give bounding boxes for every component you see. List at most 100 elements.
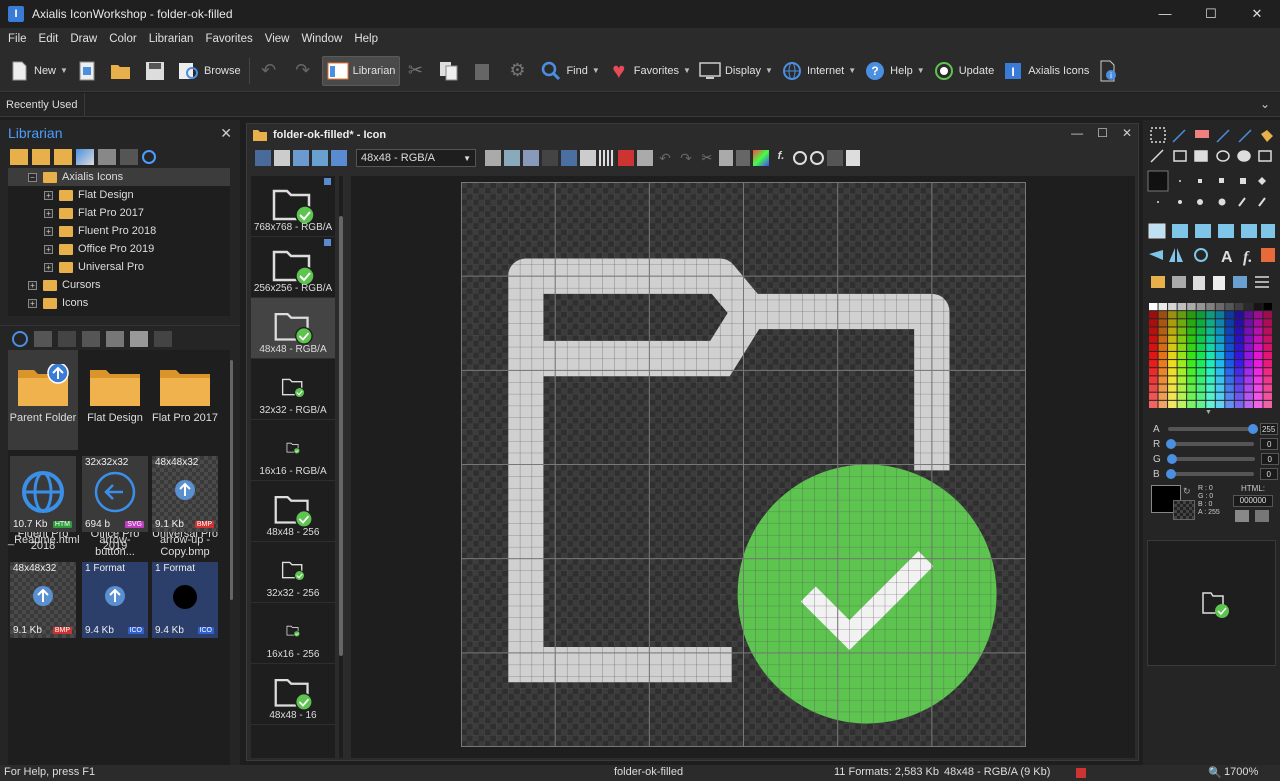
delete-image-icon[interactable] bbox=[542, 150, 558, 166]
chevron-down-icon[interactable]: ⌄ bbox=[1260, 97, 1270, 111]
transparency-icon[interactable] bbox=[637, 150, 653, 166]
slider-track[interactable] bbox=[1167, 424, 1258, 434]
browse-button[interactable]: Browse bbox=[174, 56, 245, 86]
favorites-button[interactable]: ♥ Favorites ▼ bbox=[604, 56, 695, 86]
library-folder-tile[interactable]: Parent Folder bbox=[8, 350, 78, 450]
sort-icon[interactable] bbox=[106, 330, 124, 347]
maximize-button[interactable]: ☐ bbox=[1188, 0, 1234, 28]
search-icon[interactable] bbox=[142, 150, 156, 164]
format-item[interactable]: 48x48 - RGB/A bbox=[251, 298, 335, 359]
copy-button[interactable] bbox=[434, 56, 468, 86]
expander-icon[interactable]: + bbox=[44, 190, 53, 200]
background-color-swatch[interactable] bbox=[1173, 500, 1195, 520]
add-icon-icon[interactable] bbox=[54, 149, 72, 165]
undo-icon[interactable]: ↶ bbox=[656, 150, 674, 166]
save-format-icon[interactable] bbox=[255, 150, 271, 166]
swap-colors-icon[interactable]: ↻ bbox=[1183, 486, 1191, 497]
redo-button[interactable]: ↷ bbox=[288, 56, 322, 86]
scissors-icon[interactable]: ✂ bbox=[698, 150, 716, 166]
close-icon[interactable]: ✕ bbox=[220, 125, 232, 142]
format-item[interactable]: 16x16 - 256 bbox=[251, 603, 335, 664]
minimize-button[interactable]: — bbox=[1142, 0, 1188, 28]
expander-icon[interactable]: + bbox=[28, 298, 37, 308]
zoom-in-icon[interactable] bbox=[793, 151, 807, 165]
menu-edit[interactable]: Edit bbox=[33, 33, 65, 45]
library-file-tile[interactable]: 1 Format 9.4 Kb ICO bbox=[152, 562, 218, 638]
paste-icon[interactable] bbox=[736, 150, 750, 166]
tree-item[interactable]: + Flat Pro 2017 bbox=[8, 204, 230, 222]
new-image-icon[interactable] bbox=[485, 150, 501, 166]
new-project-button[interactable] bbox=[72, 56, 106, 86]
editor-close-button[interactable]: ✕ bbox=[1122, 126, 1132, 140]
slider-knob[interactable] bbox=[1166, 454, 1177, 464]
preview-icon[interactable] bbox=[561, 150, 577, 166]
menu-help[interactable]: Help bbox=[348, 33, 384, 45]
copy-color-icon[interactable] bbox=[1235, 510, 1249, 522]
add-item-icon[interactable] bbox=[34, 330, 52, 347]
sort-list-icon[interactable] bbox=[130, 330, 148, 347]
editor-minimize-button[interactable]: — bbox=[1071, 126, 1083, 140]
menu-color[interactable]: Color bbox=[103, 33, 142, 45]
menu-window[interactable]: Window bbox=[295, 33, 348, 45]
menu-librarian[interactable]: Librarian bbox=[143, 33, 200, 45]
grid-view-icon[interactable] bbox=[82, 330, 100, 347]
tree-item[interactable]: + Flat Design bbox=[8, 186, 230, 204]
slider-knob[interactable] bbox=[1247, 424, 1258, 434]
format-item[interactable]: 32x32 - 256 bbox=[251, 542, 335, 603]
library-file-tile[interactable]: 10.7 Kb HTM bbox=[10, 456, 76, 532]
image-format-icon[interactable] bbox=[312, 150, 328, 166]
import-image-icon[interactable] bbox=[504, 150, 520, 166]
axialis-icons-button[interactable]: I Axialis Icons bbox=[998, 56, 1093, 86]
library-folder-tile[interactable]: Flat Design bbox=[80, 350, 150, 450]
format-item[interactable]: 768x768 - RGB/A bbox=[251, 176, 335, 237]
library-file-tile[interactable]: 1 Format 9.4 Kb ICO bbox=[82, 562, 148, 638]
format-item[interactable]: 48x48 - 256 bbox=[251, 481, 335, 542]
tree-item[interactable]: + Cursors bbox=[8, 276, 230, 294]
zoom-icon[interactable]: 🔍 bbox=[1208, 766, 1222, 779]
slider-value[interactable]: 0 bbox=[1259, 468, 1278, 480]
paste-color-icon[interactable] bbox=[1255, 510, 1269, 522]
edit-format-icon[interactable] bbox=[293, 150, 309, 166]
slider-value[interactable]: 0 bbox=[1260, 438, 1279, 450]
palette-scroll-icon[interactable]: ▼ bbox=[1205, 409, 1212, 416]
slider-track[interactable] bbox=[1166, 454, 1255, 464]
help-button[interactable]: ? Help ▼ bbox=[860, 56, 929, 86]
expander-icon[interactable]: − bbox=[28, 172, 37, 182]
globe-icon[interactable] bbox=[12, 330, 28, 347]
remove-item-icon[interactable] bbox=[58, 330, 76, 347]
internet-button[interactable]: Internet ▼ bbox=[777, 56, 860, 86]
color-slider-g[interactable]: G0 bbox=[1153, 452, 1279, 466]
grid-icon[interactable] bbox=[599, 150, 615, 166]
format-item[interactable]: 48x48 - 16 bbox=[251, 664, 335, 725]
formats-scrollbar[interactable] bbox=[339, 176, 343, 758]
html-color-field[interactable]: 000000 bbox=[1233, 495, 1273, 507]
library-file-tile[interactable]: 48x48x32 9.1 Kb BMP bbox=[152, 456, 218, 532]
library-file-tile[interactable]: 32x32x32 694 b SVG bbox=[82, 456, 148, 532]
update-button[interactable]: Update bbox=[929, 56, 998, 86]
format-item[interactable]: 16x16 - RGB/A bbox=[251, 420, 335, 481]
color-slider-b[interactable]: B0 bbox=[1153, 467, 1278, 481]
library-scrollbar[interactable] bbox=[230, 360, 233, 600]
tree-item[interactable]: + Universal Pro bbox=[8, 258, 230, 276]
redo-icon[interactable]: ↷ bbox=[677, 150, 695, 166]
tree-item[interactable]: + Fluent Pro 2018 bbox=[8, 222, 230, 240]
librarian-button[interactable]: Librarian bbox=[321, 55, 401, 86]
menu-favorites[interactable]: Favorites bbox=[199, 33, 258, 45]
format-select[interactable]: 48x48 - RGB/A ▼ bbox=[356, 149, 476, 167]
slider-value[interactable]: 0 bbox=[1260, 453, 1279, 465]
add-format-icon[interactable] bbox=[274, 150, 290, 166]
zoom-fit-icon[interactable] bbox=[827, 150, 843, 166]
edit-icon[interactable] bbox=[76, 149, 94, 165]
tree-item[interactable]: − Axialis Icons bbox=[8, 168, 230, 186]
properties-icon[interactable] bbox=[120, 149, 138, 165]
background-color-icon[interactable] bbox=[618, 150, 634, 166]
cut-button[interactable]: ✂ bbox=[400, 56, 434, 86]
info-button[interactable]: i bbox=[1093, 56, 1127, 86]
format-settings-icon[interactable] bbox=[331, 150, 347, 166]
paste-button[interactable] bbox=[468, 56, 502, 86]
color-palette[interactable] bbox=[1149, 303, 1273, 409]
close-button[interactable]: ✕ bbox=[1234, 0, 1280, 28]
menu-file[interactable]: File bbox=[2, 33, 33, 45]
undo-button[interactable]: ↶ bbox=[254, 56, 288, 86]
menu-draw[interactable]: Draw bbox=[64, 33, 103, 45]
